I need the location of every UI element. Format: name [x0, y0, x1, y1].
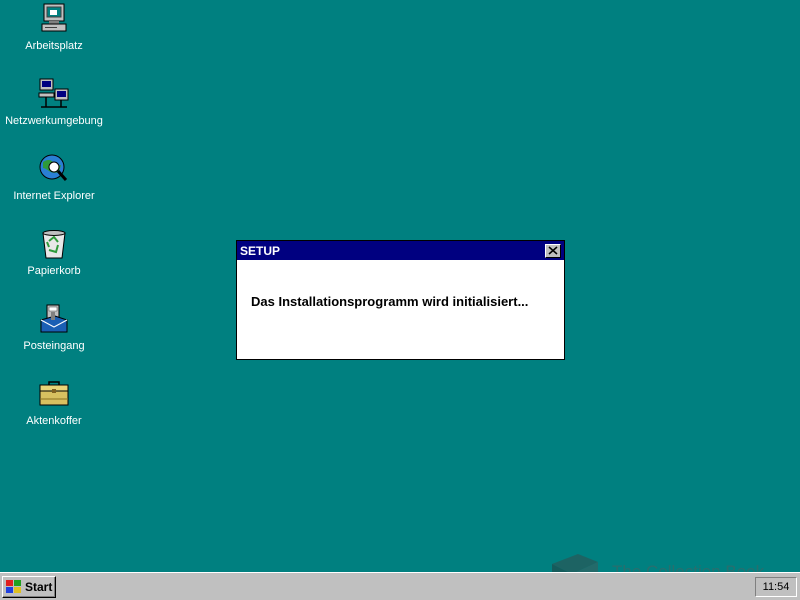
start-button-label: Start [25, 580, 53, 594]
windows-logo-icon [6, 580, 21, 593]
desktop-icon-label: Posteingang [23, 340, 85, 352]
desktop-icon-recycle-bin[interactable]: Papierkorb [0, 227, 108, 277]
setup-dialog-message: Das Installationsprogramm wird initialis… [251, 294, 529, 309]
briefcase-icon [39, 381, 69, 406]
inbox-icon [40, 304, 68, 333]
desktop-icon-briefcase[interactable]: Aktenkoffer [0, 377, 108, 427]
clock[interactable]: 11:54 [763, 581, 790, 593]
network-neighborhood-icon [38, 78, 69, 108]
desktop: Arbeitsplatz Netzwerkumgebung Internet E… [0, 0, 800, 592]
desktop-icon-label: Arbeitsplatz [25, 40, 83, 52]
desktop-icon-label: Aktenkoffer [26, 415, 82, 427]
desktop-icon-inbox[interactable]: Posteingang [0, 302, 108, 352]
setup-dialog-titlebar[interactable]: SETUP [237, 241, 564, 260]
desktop-icon-label: Papierkorb [27, 265, 81, 277]
close-icon [548, 246, 558, 255]
internet-explorer-icon [39, 154, 68, 181]
desktop-icon-label: Netzwerkumgebung [5, 115, 103, 127]
setup-dialog-title: SETUP [240, 243, 281, 258]
my-computer-icon [41, 3, 67, 32]
desktop-icon-network[interactable]: Netzwerkumgebung [0, 77, 108, 127]
setup-dialog: SETUP Das Installationsprogramm wird ini… [236, 240, 565, 360]
desktop-icon-label: Internet Explorer [13, 190, 95, 202]
recycle-bin-icon [42, 230, 66, 259]
start-button[interactable]: Start [2, 576, 56, 598]
desktop-icon-internet-explorer[interactable]: Internet Explorer [0, 152, 108, 202]
desktop-icon-my-computer[interactable]: Arbeitsplatz [0, 2, 108, 52]
system-tray: 11:54 [755, 577, 797, 597]
close-button[interactable] [545, 243, 561, 258]
taskbar: Start 11:54 [0, 572, 800, 600]
